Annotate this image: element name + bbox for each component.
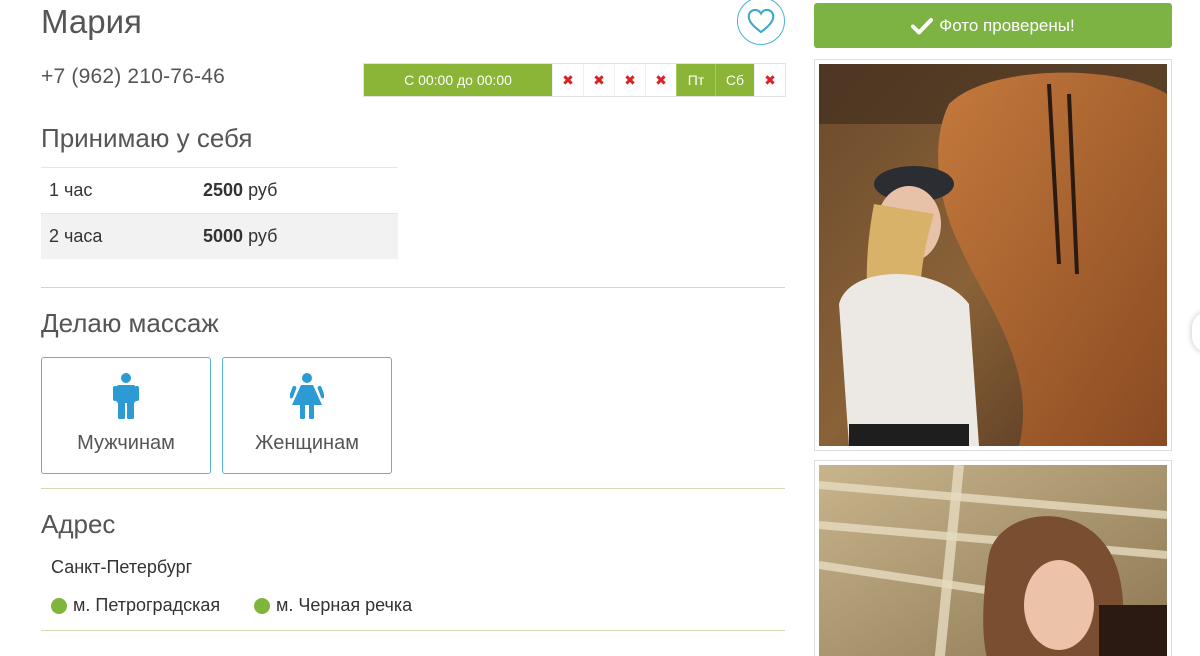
photos-verified-label: Фото проверены!: [939, 15, 1075, 35]
photo-woman-portrait: [818, 464, 1168, 656]
photo-woman-with-horse: [819, 64, 1167, 447]
table-row: 2 часа 5000 руб: [41, 213, 398, 259]
metro-dot-icon: [51, 597, 67, 614]
incall-title: Принимаю у себя: [41, 123, 253, 153]
address-title: Адрес: [41, 509, 116, 539]
address-city: Санкт-Петербург: [51, 557, 193, 577]
price-currency: руб: [248, 180, 278, 200]
profile-photo-2[interactable]: [814, 460, 1172, 656]
metro-station-label: м. Петроградская: [73, 595, 221, 615]
profile-photo-1[interactable]: [814, 59, 1172, 451]
heart-icon: [747, 8, 775, 34]
metro-station: м. Черная речка: [254, 595, 412, 616]
work-schedule: С 00:00 до 00:00 ✖ ✖ ✖ ✖ Пт Сб ✖: [363, 63, 786, 97]
photos-verified-badge: Фото проверены!: [814, 3, 1172, 48]
profile-name: Мария: [41, 3, 142, 40]
schedule-day-4: ✖: [645, 64, 676, 96]
massage-women-label: Женщинам: [255, 432, 359, 454]
price-value: 2500 руб: [203, 167, 398, 214]
price-table: 1 час 2500 руб 2 часа 5000 руб: [41, 167, 398, 259]
massage-women-option[interactable]: Женщинам: [222, 357, 392, 474]
schedule-hours: С 00:00 до 00:00: [364, 64, 552, 96]
carousel-next-handle[interactable]: [1192, 312, 1200, 352]
schedule-day-7: ✖: [754, 64, 785, 96]
profile-page: Мария +7 (962) 210-76-46 С 00:00 до 00:0…: [0, 0, 1200, 656]
price-value: 5000 руб: [203, 213, 398, 259]
price-duration: 1 час: [41, 167, 203, 214]
schedule-day-3: ✖: [614, 64, 645, 96]
male-icon: [113, 372, 139, 420]
price-amount: 2500: [203, 180, 244, 200]
price-amount: 5000: [203, 226, 244, 246]
section-divider: [41, 287, 785, 288]
massage-men-option[interactable]: Мужчинам: [41, 357, 211, 474]
female-icon: [290, 372, 324, 420]
section-divider: [41, 488, 785, 489]
schedule-day-6: Сб: [715, 64, 754, 96]
schedule-day-1: ✖: [552, 64, 583, 96]
price-duration: 2 часа: [41, 213, 203, 259]
checkmark-icon: [911, 17, 934, 34]
metro-station: м. Петроградская: [51, 595, 220, 616]
section-divider: [41, 630, 785, 631]
metro-dot-icon: [254, 597, 270, 614]
schedule-day-5: Пт: [676, 64, 715, 96]
phone-number[interactable]: +7 (962) 210-76-46: [41, 65, 225, 89]
favorite-button[interactable]: [737, 0, 785, 45]
schedule-day-2: ✖: [583, 64, 614, 96]
price-currency: руб: [248, 226, 278, 246]
massage-title: Делаю массаж: [41, 308, 219, 338]
massage-men-label: Мужчинам: [77, 432, 175, 454]
metro-station-label: м. Черная речка: [276, 595, 413, 615]
table-row: 1 час 2500 руб: [41, 167, 398, 214]
